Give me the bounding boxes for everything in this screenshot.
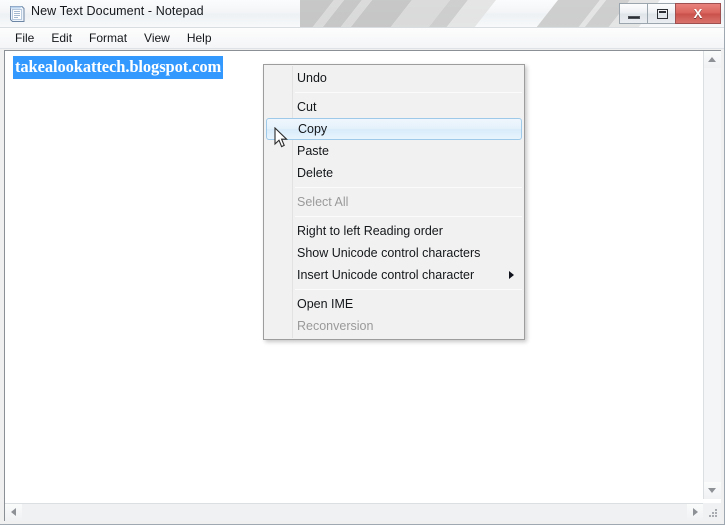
- triangle-down-icon: [708, 488, 716, 493]
- title-bar[interactable]: New Text Document - Notepad X: [0, 0, 724, 28]
- menubar-item-help[interactable]: Help: [179, 29, 221, 48]
- maximize-icon: [657, 9, 668, 19]
- triangle-left-icon: [11, 508, 16, 516]
- scroll-right-button[interactable]: [687, 504, 704, 521]
- minimize-button[interactable]: [619, 3, 648, 24]
- context-menu-item-undo[interactable]: Undo: [264, 67, 524, 89]
- context-menu-item-open-ime[interactable]: Open IME: [264, 293, 524, 315]
- chevron-right-icon: [509, 271, 514, 279]
- document-selected-text[interactable]: takealookattech.blogspot.com: [13, 56, 224, 79]
- close-icon: X: [693, 6, 703, 21]
- scroll-left-button[interactable]: [5, 504, 22, 521]
- notepad-window: New Text Document - Notepad X File Edit …: [0, 0, 725, 525]
- context-menu-separator: [295, 92, 522, 93]
- desktop-background: New Text Document - Notepad X File Edit …: [0, 0, 725, 531]
- menubar-item-edit[interactable]: Edit: [43, 29, 81, 48]
- menubar-item-file[interactable]: File: [7, 29, 43, 48]
- context-menu: Undo Cut Copy Paste Delete Select All Ri…: [263, 64, 525, 340]
- context-menu-item-insert-unicode-control-character[interactable]: Insert Unicode control character: [264, 264, 524, 286]
- horizontal-scrollbar[interactable]: [5, 503, 704, 521]
- context-menu-separator: [295, 187, 522, 188]
- scroll-up-button[interactable]: [704, 51, 721, 68]
- scroll-down-button[interactable]: [704, 482, 721, 499]
- context-menu-item-copy[interactable]: Copy: [266, 118, 522, 140]
- context-menu-item-delete[interactable]: Delete: [264, 162, 524, 184]
- resize-grip-icon[interactable]: [708, 508, 718, 518]
- context-menu-item-show-unicode-control-characters[interactable]: Show Unicode control characters: [264, 242, 524, 264]
- menu-bar: File Edit Format View Help: [0, 28, 724, 49]
- context-menu-item-reconversion: Reconversion: [297, 319, 374, 333]
- maximize-button[interactable]: [647, 3, 676, 24]
- context-menu-item-label: Insert Unicode control character: [297, 268, 475, 282]
- triangle-right-icon: [693, 508, 698, 516]
- context-menu-separator: [295, 216, 522, 217]
- window-controls: X: [619, 3, 721, 24]
- minimize-icon: [628, 16, 640, 19]
- context-menu-separator: [295, 289, 522, 290]
- close-button[interactable]: X: [675, 3, 721, 24]
- scrollbar-corner: [703, 503, 721, 521]
- notepad-icon: [10, 6, 25, 22]
- bottom-edge-strip: [0, 525, 725, 531]
- vertical-scrollbar[interactable]: [703, 51, 721, 499]
- menubar-item-view[interactable]: View: [136, 29, 179, 48]
- menubar-item-format[interactable]: Format: [81, 29, 136, 48]
- window-title: New Text Document - Notepad: [31, 4, 204, 18]
- context-menu-item-cut[interactable]: Cut: [264, 96, 524, 118]
- context-menu-item-paste[interactable]: Paste: [264, 140, 524, 162]
- context-menu-item-rtl-reading-order[interactable]: Right to left Reading order: [264, 220, 524, 242]
- triangle-up-icon: [708, 57, 716, 62]
- context-menu-item-select-all: Select All: [297, 195, 349, 209]
